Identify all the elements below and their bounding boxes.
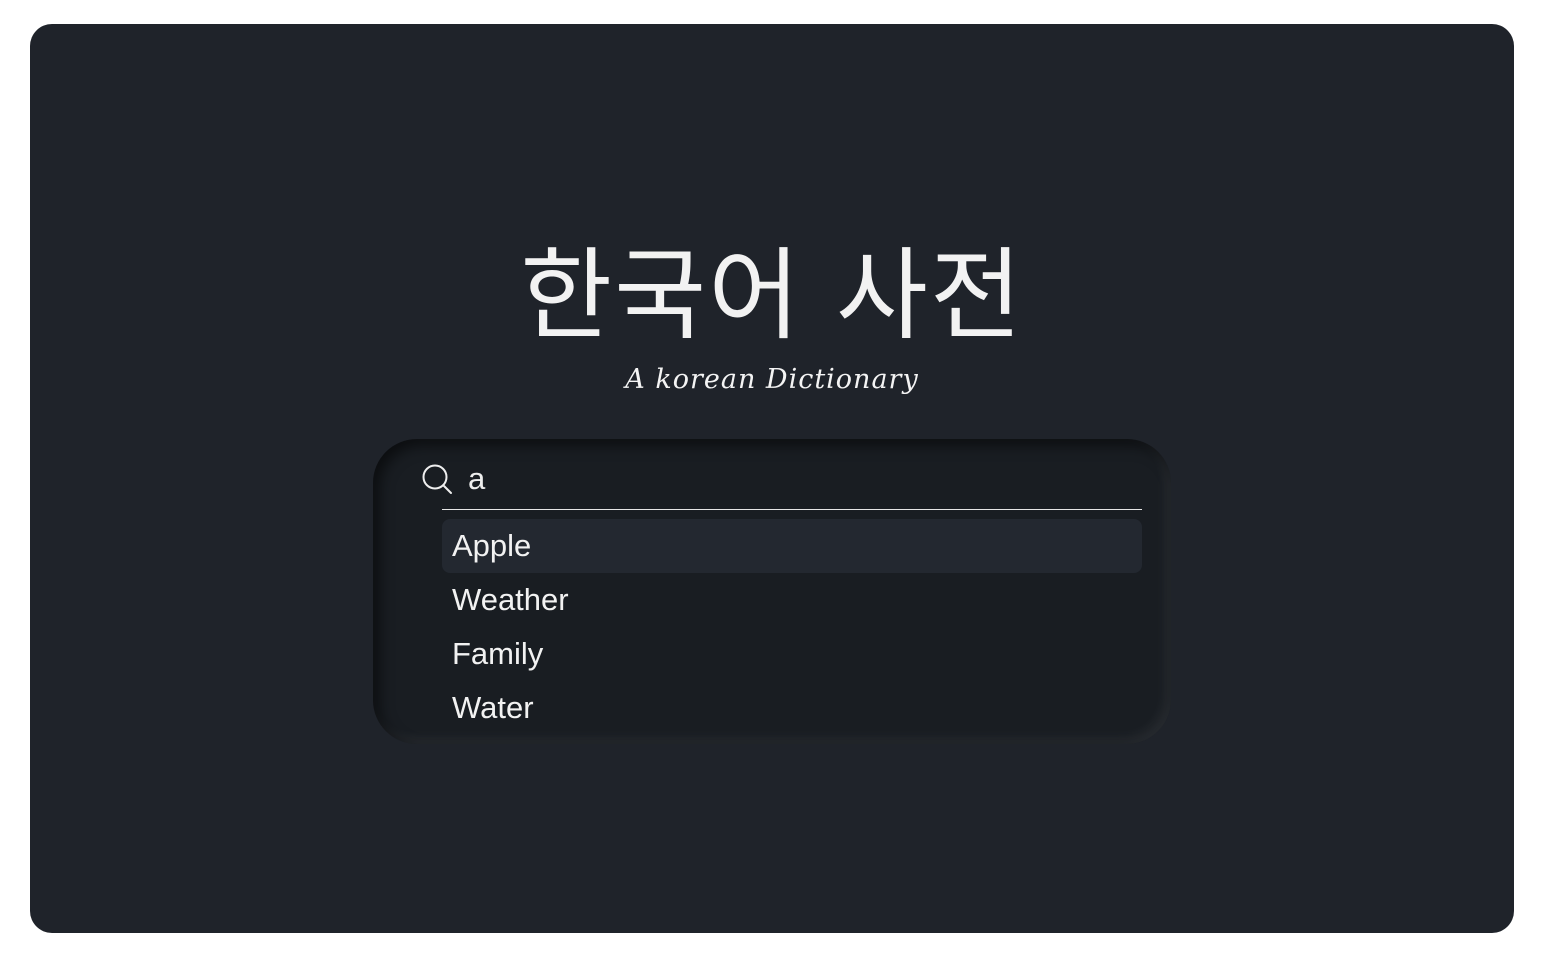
- search-underline: [442, 509, 1142, 510]
- search-panel: Apple Weather Family Water: [373, 439, 1171, 744]
- page-title: 한국어 사전: [520, 237, 1024, 354]
- suggestion-item-weather[interactable]: Weather: [442, 573, 1142, 627]
- suggestion-item-family[interactable]: Family: [442, 627, 1142, 681]
- search-input[interactable]: [468, 455, 1148, 503]
- suggestion-item-water[interactable]: Water: [442, 681, 1142, 735]
- suggestion-list: Apple Weather Family Water: [442, 519, 1142, 735]
- search-icon[interactable]: [421, 463, 453, 495]
- page-subtitle: A korean Dictionary: [625, 364, 919, 395]
- app-window: 한국어 사전 A korean Dictionary Apple Weather…: [30, 24, 1514, 933]
- suggestion-item-apple[interactable]: Apple: [442, 519, 1142, 573]
